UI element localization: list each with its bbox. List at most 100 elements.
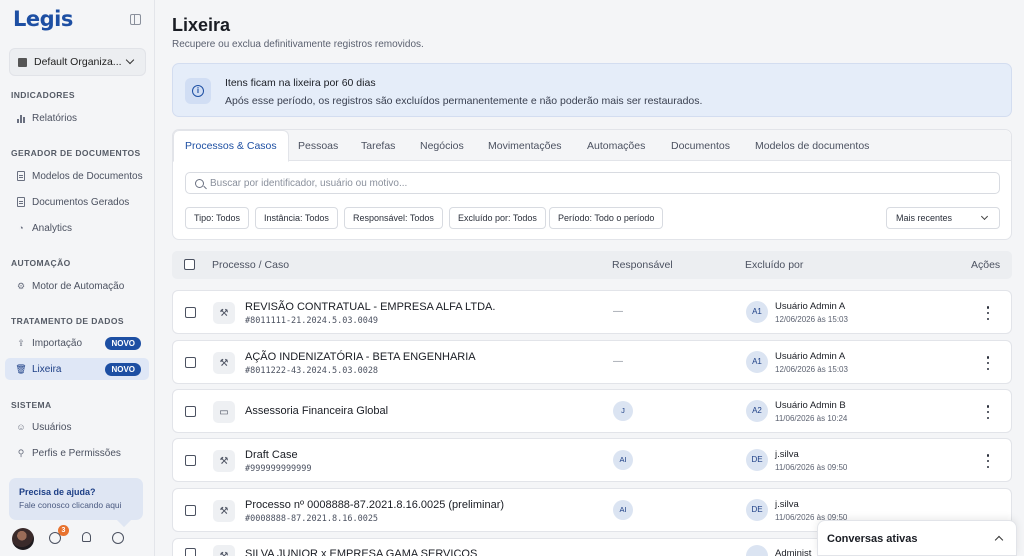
organization-selector[interactable]: Default Organiza...	[9, 48, 146, 76]
row-checkbox[interactable]	[185, 548, 196, 556]
chevron-down-icon	[125, 55, 135, 65]
row-responsible: J	[613, 401, 633, 421]
new-badge: NOVO	[105, 363, 141, 376]
more-actions-icon[interactable]	[986, 405, 990, 419]
filter-tipo[interactable]: Tipo: Todos	[185, 207, 250, 229]
gavel-icon: ⚒	[213, 500, 235, 522]
sidebar-item-motor[interactable]: ⚙ Motor de Automação	[5, 275, 149, 297]
column-responsible: Responsável	[612, 259, 673, 271]
gavel-icon: ⚒	[213, 450, 235, 472]
sliders-icon: ⚲	[17, 447, 25, 458]
more-actions-icon[interactable]	[986, 356, 990, 370]
row-id: #999999999999	[245, 464, 312, 474]
table-row[interactable]: ▭ Assessoria Financeira Global J A2 Usuá…	[172, 389, 1012, 433]
row-checkbox[interactable]	[185, 505, 196, 516]
tab-automacoes[interactable]: Automações	[576, 130, 656, 161]
info-title: Itens ficam na lixeira por 60 dias	[225, 77, 376, 89]
tab-tarefas[interactable]: Tarefas	[350, 130, 406, 161]
filter-responsavel[interactable]: Responsável: Todos	[344, 207, 443, 229]
row-responsible: —	[613, 306, 623, 317]
tab-documentos[interactable]: Documentos	[660, 130, 741, 161]
deleted-by-user: Usuário Admin B	[775, 400, 846, 411]
deleted-by-avatar: DE	[746, 499, 768, 521]
building-icon	[18, 57, 27, 67]
row-checkbox[interactable]	[185, 455, 196, 466]
row-responsible: —	[613, 356, 623, 367]
sidebar-item-modelos[interactable]: Modelos de Documentos	[5, 165, 149, 187]
folder-icon: ▭	[213, 401, 235, 423]
sidebar-item-label: Relatórios	[32, 112, 78, 124]
row-checkbox[interactable]	[185, 307, 196, 318]
table-row[interactable]: ⚒ Draft Case #999999999999 AI DE j.silva…	[172, 438, 1012, 482]
sort-select[interactable]: Mais recentes	[886, 207, 1000, 229]
avatar[interactable]	[12, 528, 34, 550]
section-automacao: AUTOMAÇÃO	[11, 258, 71, 268]
tab-bar: Processos & Casos Pessoas Tarefas Negóci…	[173, 130, 1011, 162]
help-subtitle: Fale conosco clicando aqui	[19, 500, 122, 510]
deleted-by-avatar: DE	[746, 449, 768, 471]
help-box[interactable]: Precisa de ajuda? Fale conosco clicando …	[9, 478, 143, 520]
deleted-by-avatar	[746, 545, 768, 556]
row-id: #8011111-21.2024.5.03.0049	[245, 316, 379, 326]
deleted-by-user: j.silva	[775, 499, 799, 510]
row-title: SILVA JUNIOR x EMPRESA GAMA SERVICOS	[245, 548, 478, 556]
notification-count-badge: 3	[58, 525, 69, 536]
section-gerador: GERADOR DE DOCUMENTOS	[11, 148, 141, 158]
gavel-icon: ⚒	[213, 302, 235, 324]
tab-movimentacoes[interactable]: Movimentações	[477, 130, 573, 161]
sidebar-item-usuarios[interactable]: ☺ Usuários	[5, 416, 149, 438]
bar-chart-icon	[16, 113, 26, 123]
table-row[interactable]: ⚒ REVISÃO CONTRATUAL - EMPRESA ALFA LTDA…	[172, 290, 1012, 334]
filter-excluido-por[interactable]: Excluído por: Todos	[449, 207, 546, 229]
main-content: Lixeira Recupere ou exclua definitivamen…	[155, 0, 1024, 556]
sidebar-item-relatorios[interactable]: Relatórios	[5, 107, 149, 129]
select-all-checkbox[interactable]	[184, 259, 195, 270]
sidebar-item-label: Documentos Gerados	[32, 196, 130, 208]
active-conversations-panel[interactable]: Conversas ativas	[817, 520, 1017, 556]
document-icon	[16, 197, 26, 207]
help-icon[interactable]	[112, 532, 124, 544]
row-checkbox[interactable]	[185, 357, 196, 368]
deleted-by-avatar: A2	[746, 400, 768, 422]
deleted-date: 12/06/2026 às 15:03	[775, 365, 848, 374]
more-actions-icon[interactable]	[986, 454, 990, 468]
sidebar: Legis Default Organiza... INDICADORES Re…	[0, 0, 155, 556]
table-header: Processo / Caso Responsável Excluído por…	[172, 251, 1012, 279]
search-input[interactable]: Buscar por identificador, usuário ou mot…	[185, 172, 1000, 194]
row-id: #8011222-43.2024.5.03.0028	[245, 366, 379, 376]
organization-name: Default Organiza...	[34, 56, 122, 68]
search-icon	[195, 179, 204, 188]
more-actions-icon[interactable]	[986, 306, 990, 320]
tab-pessoas[interactable]: Pessoas	[287, 130, 349, 161]
logo[interactable]: Legis	[13, 7, 73, 31]
sidebar-collapse-icon[interactable]	[130, 14, 141, 25]
row-responsible: AI	[613, 500, 633, 520]
page-title: Lixeira	[172, 15, 231, 35]
sidebar-item-importacao[interactable]: ⇪ Importação NOVO	[5, 332, 149, 354]
row-title: Processo nº 0008888-87.2021.8.16.0025 (p…	[245, 499, 505, 511]
row-title: AÇÃO INDENIZATÓRIA - BETA ENGENHARIA	[245, 351, 476, 363]
sidebar-item-lixeira[interactable]: 🗑 Lixeira NOVO	[5, 358, 149, 380]
sidebar-item-documentos-gerados[interactable]: Documentos Gerados	[5, 191, 149, 213]
filter-instancia[interactable]: Instância: Todos	[255, 207, 338, 229]
new-badge: NOVO	[105, 337, 141, 350]
section-indicadores: INDICADORES	[11, 90, 75, 100]
chevron-up-icon[interactable]	[994, 535, 1004, 545]
sidebar-item-label: Importação	[32, 337, 83, 349]
sidebar-item-perfis[interactable]: ⚲ Perfis e Permissões	[5, 442, 149, 464]
tab-negocios[interactable]: Negócios	[409, 130, 475, 161]
sidebar-item-analytics[interactable]: ◔ Analytics	[5, 217, 149, 239]
sidebar-item-label: Modelos de Documentos	[32, 170, 143, 182]
row-title: Assessoria Financeira Global	[245, 405, 389, 417]
filter-periodo[interactable]: Período: Todo o período	[549, 207, 664, 229]
search-placeholder: Buscar por identificador, usuário ou mot…	[210, 177, 408, 189]
column-deleted-by: Excluído por	[745, 259, 804, 271]
tab-processos-casos[interactable]: Processos & Casos	[173, 130, 289, 162]
gavel-icon: ⚒	[213, 352, 235, 374]
sidebar-item-label: Lixeira	[32, 363, 62, 375]
row-checkbox[interactable]	[185, 406, 196, 417]
tab-modelos-documentos[interactable]: Modelos de documentos	[744, 130, 880, 161]
column-actions: Ações	[971, 259, 1001, 271]
bell-icon[interactable]	[82, 532, 91, 542]
table-row[interactable]: ⚒ AÇÃO INDENIZATÓRIA - BETA ENGENHARIA #…	[172, 340, 1012, 384]
